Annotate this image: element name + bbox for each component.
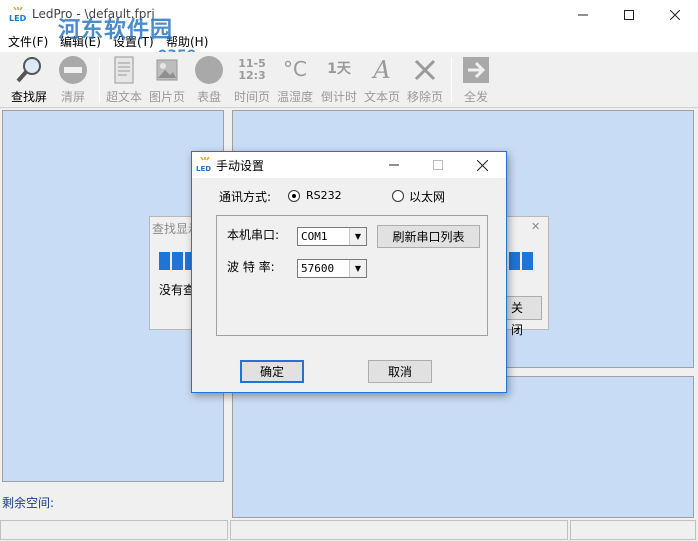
progress-block <box>172 252 183 270</box>
find-dialog-close-icon[interactable]: ✕ <box>531 220 540 233</box>
magnifier-icon <box>16 57 41 83</box>
watermark-text: 河东软件园 <box>58 18 174 43</box>
countdown-label: 倒计时 <box>320 90 357 104</box>
calendar-day-icon: 1天 <box>327 61 351 77</box>
countdown-button[interactable]: 1天 倒计时 <box>316 54 362 106</box>
maximize-icon <box>624 10 634 20</box>
chevron-down-icon: ▼ <box>349 260 366 277</box>
maximize-icon <box>433 160 443 170</box>
dialog-minimize-button[interactable] <box>374 152 414 178</box>
ethernet-radio[interactable] <box>392 190 404 202</box>
close-button[interactable] <box>652 0 698 30</box>
picture-page-button[interactable]: 图片页 <box>144 54 190 106</box>
remove-x-icon <box>414 59 436 81</box>
free-space-label: 剩余空间: <box>2 496 55 510</box>
led-dialog-icon: LED <box>196 156 214 173</box>
thermometer-icon: °C <box>283 57 307 81</box>
time-page-button[interactable]: 11-5 12:3 时间页 <box>229 54 275 106</box>
baud-rate-select[interactable]: 57600 ▼ <box>297 259 367 278</box>
find-close-label: 关闭 <box>510 301 523 337</box>
clock-text-icon: 11-5 12:3 <box>229 54 275 86</box>
svg-text:LED: LED <box>196 165 211 173</box>
progress-block <box>159 252 170 270</box>
time-page-label: 时间页 <box>233 90 270 104</box>
dial-icon <box>195 56 223 84</box>
picture-page-label: 图片页 <box>148 90 185 104</box>
super-text-label: 超文本 <box>105 90 142 104</box>
refresh-ports-button[interactable]: 刷新串口列表 <box>377 225 480 248</box>
led-app-icon: LED <box>8 6 28 23</box>
dialog-title: 手动设置 <box>216 159 265 173</box>
dial-label: 表盘 <box>196 90 221 104</box>
ethernet-label: 以太网 <box>409 190 446 204</box>
chevron-down-icon: ▼ <box>349 228 366 245</box>
progress-block <box>509 252 520 270</box>
status-bar-section <box>0 520 228 540</box>
remove-page-label: 移除页 <box>406 90 443 104</box>
baud-rate-value: 57600 <box>301 262 335 275</box>
close-icon <box>670 10 680 20</box>
dialog-maximize-button[interactable] <box>418 152 458 178</box>
page-list-panel[interactable] <box>232 376 694 518</box>
super-text-button[interactable]: 超文本 <box>101 54 147 106</box>
text-page-button[interactable]: A 文本页 <box>359 54 405 106</box>
temp-humidity-label: 温湿度 <box>276 90 313 104</box>
comm-mode-label: 通讯方式: <box>219 190 272 204</box>
cancel-button[interactable]: 取消 <box>368 360 432 383</box>
minimize-icon <box>578 14 588 16</box>
status-bar-section <box>230 520 568 540</box>
baud-rate-label: 波 特 率: <box>227 260 275 274</box>
svg-text:LED: LED <box>9 14 27 23</box>
status-bar-section <box>570 520 696 540</box>
no-entry-icon <box>59 56 87 84</box>
rs232-radio[interactable] <box>288 190 300 202</box>
arrow-right-icon <box>463 57 489 83</box>
text-page-label: 文本页 <box>363 90 400 104</box>
rs232-label: RS232 <box>306 189 342 202</box>
serial-port-select[interactable]: COM1 ▼ <box>297 227 367 246</box>
minimize-button[interactable] <box>560 0 606 30</box>
dialog-close-button[interactable] <box>462 152 502 178</box>
find-screen-button[interactable]: 查找屏 <box>6 54 52 106</box>
serial-port-value: COM1 <box>301 230 328 243</box>
ok-button[interactable]: 确定 <box>240 360 304 383</box>
temp-humidity-button[interactable]: °C 温湿度 <box>272 54 318 106</box>
close-icon <box>476 159 488 171</box>
clear-screen-label: 清屏 <box>60 90 85 104</box>
dial-button[interactable]: 表盘 <box>186 54 232 106</box>
toolbar-separator <box>451 58 452 102</box>
find-screen-label: 查找屏 <box>10 90 47 104</box>
document-icon <box>114 56 134 84</box>
minimize-icon <box>389 164 399 166</box>
send-all-label: 全发 <box>463 90 488 104</box>
find-status-text: 没有查 <box>159 283 196 297</box>
clear-screen-button[interactable]: 清屏 <box>50 54 96 106</box>
maximize-button[interactable] <box>606 0 652 30</box>
toolbar-separator <box>99 58 100 102</box>
text-a-icon: A <box>373 56 391 84</box>
time-icon-bottom: 12:3 <box>238 69 266 82</box>
progress-block <box>522 252 533 270</box>
menu-file[interactable]: 文件(F) <box>8 33 48 50</box>
send-all-button[interactable]: 全发 <box>453 54 499 106</box>
picture-icon <box>156 59 178 81</box>
remove-page-button[interactable]: 移除页 <box>402 54 448 106</box>
serial-port-label: 本机串口: <box>227 228 280 242</box>
